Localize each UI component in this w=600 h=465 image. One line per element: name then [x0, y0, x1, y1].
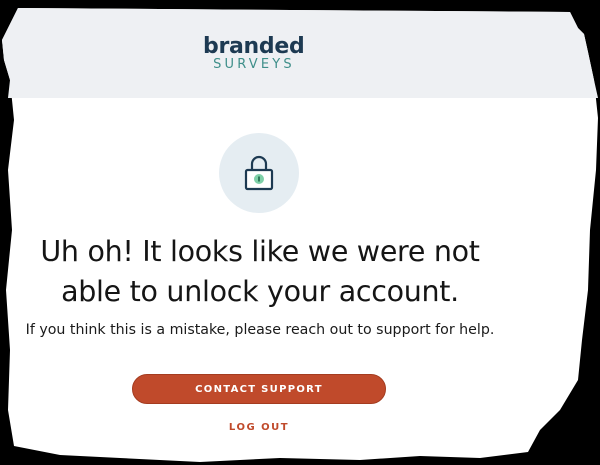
- lock-icon: [244, 155, 274, 191]
- lock-badge: [219, 133, 299, 213]
- contact-support-button[interactable]: CONTACT SUPPORT: [132, 374, 386, 404]
- help-text: If you think this is a mistake, please r…: [25, 322, 495, 338]
- brand-logo-bottom: SURVEYS: [213, 57, 295, 72]
- page-title: Uh oh! It looks like we were not able to…: [40, 235, 480, 308]
- log-out-link[interactable]: LOG OUT: [209, 418, 309, 438]
- brand-logo-top: branded: [203, 34, 305, 59]
- brand-logo: branded SURVEYS: [203, 34, 305, 72]
